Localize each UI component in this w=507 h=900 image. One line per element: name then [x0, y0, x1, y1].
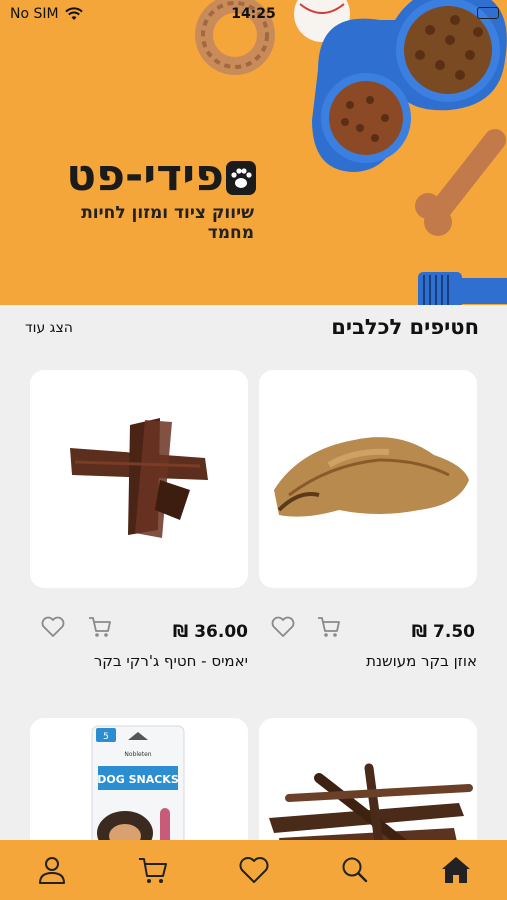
cow-ear-image: [274, 437, 469, 517]
show-more-link[interactable]: הצג עוד: [25, 320, 73, 336]
product-name[interactable]: אוזן בקר מעושנת: [267, 652, 477, 670]
clock: 14:25: [231, 6, 276, 22]
product-image[interactable]: [30, 370, 248, 588]
add-to-cart-icon[interactable]: [316, 614, 342, 640]
favorite-icon[interactable]: [270, 614, 296, 640]
user-icon[interactable]: [34, 852, 70, 888]
cart-icon[interactable]: [135, 852, 171, 888]
brand-tagline: שיווק ציוד ומזון לחיות מחמד: [81, 203, 254, 243]
battery-icon: [477, 7, 499, 19]
favorite-icon[interactable]: [40, 614, 66, 640]
package-brand: Nobleten: [124, 751, 151, 758]
product-price: 36.00 ₪: [172, 622, 248, 642]
product-image[interactable]: [259, 370, 477, 588]
heart-icon[interactable]: [236, 852, 272, 888]
status-bar: No SIM 14:25: [0, 0, 507, 28]
jerky-image: [70, 418, 208, 538]
product-price: 7.50 ₪: [411, 622, 475, 642]
add-to-cart-icon[interactable]: [87, 614, 113, 640]
search-icon[interactable]: [337, 852, 373, 888]
product-name[interactable]: יאמיס - חטיף ג'רקי בקר: [28, 652, 248, 670]
bottom-nav: [0, 840, 507, 900]
paw-logo-icon: [226, 161, 256, 195]
package-badge: 5: [103, 732, 109, 742]
package-title: DOG SNACKS: [97, 773, 179, 786]
brand-logo: פידי-פט: [66, 150, 224, 201]
section-title: חטיפים לכלבים: [331, 315, 479, 339]
hero-banner: פידי-פט שיווק ציוד ומזון לחיות מחמד: [0, 0, 507, 305]
home-icon[interactable]: [438, 852, 474, 888]
